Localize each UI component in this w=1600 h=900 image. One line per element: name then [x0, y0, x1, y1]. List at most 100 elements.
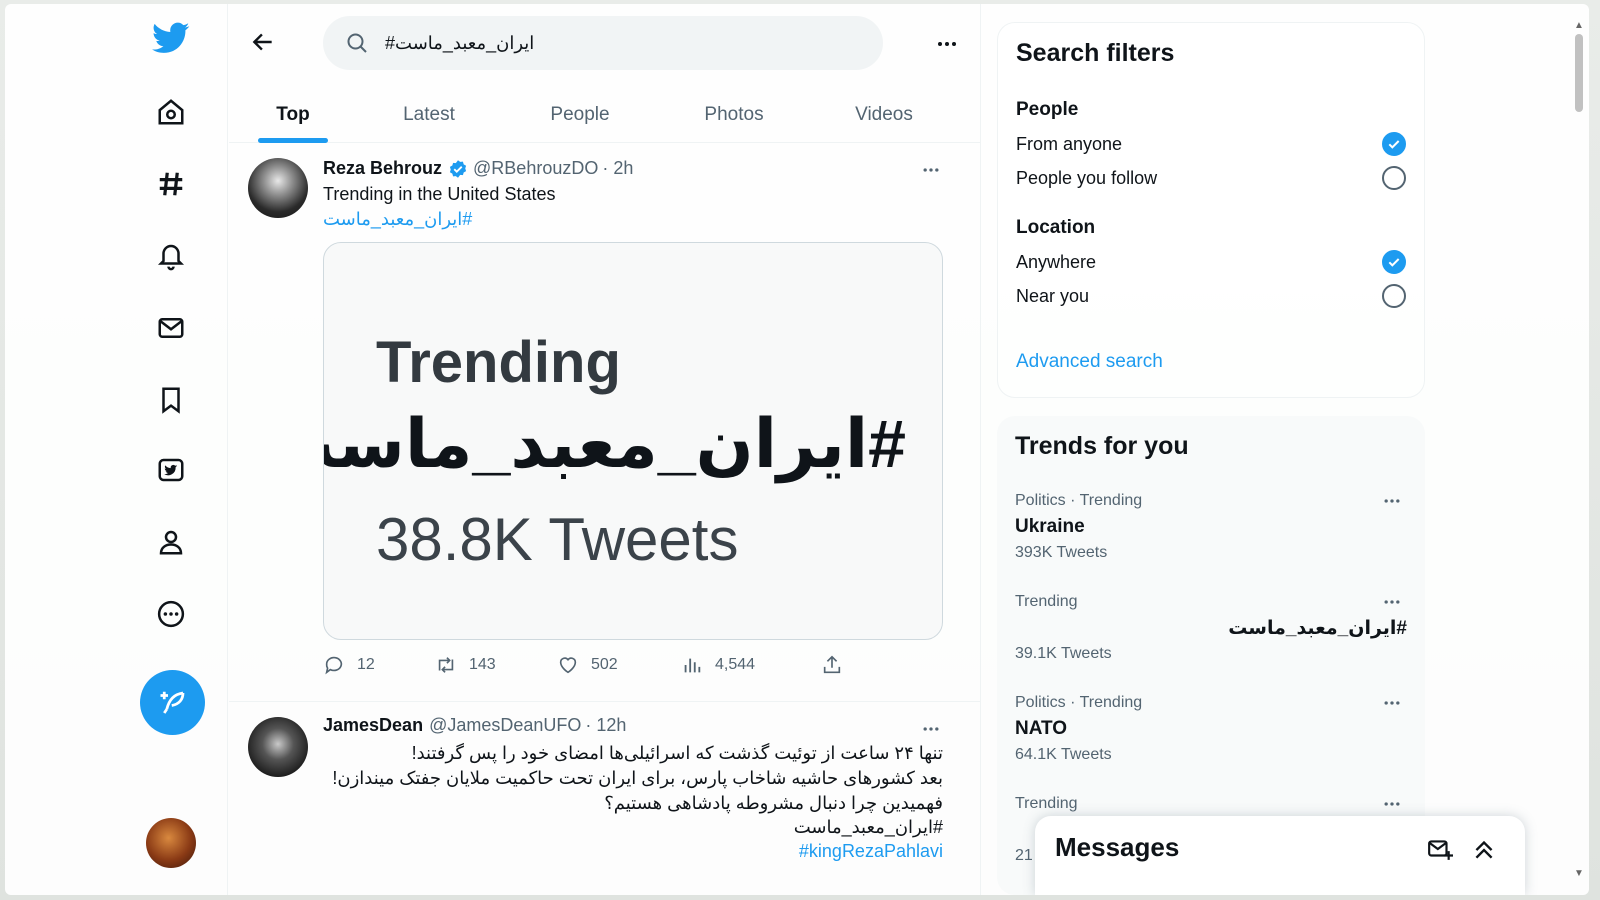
trend-count: 21: [1015, 847, 1033, 864]
tab-label: Latest: [403, 104, 455, 125]
option-label: People you follow: [1016, 167, 1158, 188]
trend-count: 393K Tweets: [1015, 544, 1108, 561]
trend-name: #ایران_معبد_ماست: [1228, 618, 1407, 639]
new-message-icon[interactable]: [1425, 834, 1455, 864]
more-circle-icon[interactable]: [143, 586, 199, 642]
filter-near-you[interactable]: Near you: [1016, 280, 1406, 312]
filter-anywhere[interactable]: Anywhere: [1016, 246, 1406, 278]
trend-item[interactable]: Politics · Trending NATO 64.1K Tweets: [1015, 694, 1407, 784]
back-arrow-icon: [252, 33, 272, 51]
profile-icon[interactable]: [143, 514, 199, 570]
scroll-up-icon[interactable]: ▲: [1573, 20, 1585, 32]
hashtag-link[interactable]: #kingRezaPahlavi: [323, 839, 943, 864]
card-title: Trending: [376, 330, 621, 395]
tab-top[interactable]: Top: [258, 87, 328, 143]
compose-button[interactable]: [140, 670, 205, 735]
browser-window: Top Latest People Photos Videos Reza Beh…: [5, 4, 1589, 895]
reply-button[interactable]: 12: [323, 654, 375, 676]
tab-label: Photos: [704, 104, 764, 125]
option-label: Anywhere: [1016, 251, 1097, 272]
trend-count: 39.1K Tweets: [1015, 645, 1112, 662]
filter-section-location: Location: [1016, 217, 1096, 238]
bookmark-icon[interactable]: [143, 372, 199, 428]
tweet-text-line: بعد کشورهای حاشیه شاخاب پارس، برای ایران…: [332, 768, 943, 788]
tweet-timestamp[interactable]: · 12h: [585, 715, 626, 736]
trend-more-icon[interactable]: [1377, 688, 1407, 718]
scroll-thumb[interactable]: [1575, 34, 1583, 112]
search-results-column: Top Latest People Photos Videos Reza Beh…: [229, 4, 981, 895]
tab-videos[interactable]: Videos: [839, 87, 929, 143]
back-button[interactable]: [243, 22, 283, 62]
author-name[interactable]: Reza Behrouz: [323, 158, 442, 179]
tweet-text-line: فهمیدین چرا دنبال مشروطه پادشاهی هستیم؟: [604, 793, 943, 813]
tweet-text: Trending in the United States: [323, 184, 556, 204]
tweet-timestamp[interactable]: · 2h: [602, 158, 633, 179]
retweet-button[interactable]: 143: [435, 654, 496, 676]
twitter-blue-icon[interactable]: [143, 442, 199, 498]
trend-item[interactable]: Trending #ایران_معبد_ماست 39.1K Tweets: [1015, 593, 1407, 683]
tab-latest[interactable]: Latest: [389, 87, 469, 143]
bell-icon[interactable]: [143, 228, 199, 284]
trend-count: 64.1K Tweets: [1015, 746, 1112, 763]
avatar[interactable]: [248, 158, 308, 218]
trend-meta: Politics · Trending: [1015, 492, 1143, 509]
radio-checked-icon[interactable]: [1382, 132, 1406, 156]
more-horizontal-icon[interactable]: [929, 26, 965, 62]
author-name[interactable]: JamesDean: [323, 715, 423, 736]
messages-title: Messages: [1055, 832, 1180, 862]
twitter-logo-icon[interactable]: [143, 10, 199, 66]
advanced-search-link[interactable]: Advanced search: [1016, 351, 1163, 373]
mail-icon[interactable]: [143, 300, 199, 356]
radio-checked-icon[interactable]: [1382, 250, 1406, 274]
tweet-more-icon[interactable]: [915, 154, 947, 186]
tab-label: Videos: [855, 104, 913, 125]
trend-more-icon[interactable]: [1377, 486, 1407, 516]
tab-label: Top: [276, 104, 310, 125]
page-scrollbar[interactable]: ▲ ▼: [1572, 20, 1586, 882]
share-icon: [823, 655, 841, 674]
views-button[interactable]: 4,544: [681, 654, 755, 676]
tweet-header: JamesDean @JamesDeanUFO · 12h: [323, 715, 626, 736]
like-button[interactable]: 502: [557, 654, 618, 676]
filter-people-you-follow[interactable]: People you follow: [1016, 162, 1406, 194]
radio-unchecked-icon[interactable]: [1382, 284, 1406, 308]
tweet-actions: 12 143 502 4,544: [323, 654, 863, 684]
messages-drawer[interactable]: Messages: [1035, 816, 1525, 895]
trend-image-card[interactable]: Trending #ایران_معبد_ماست 38.8K Tweets: [323, 242, 943, 640]
tab-people[interactable]: People: [535, 87, 625, 143]
trend-more-icon[interactable]: [1377, 789, 1407, 819]
tweet[interactable]: JamesDean @JamesDeanUFO · 12h تنها ۲۴ سا…: [229, 703, 981, 895]
trend-more-icon[interactable]: [1377, 587, 1407, 617]
hashtag-link[interactable]: #ایران_معبد_ماست: [323, 207, 472, 232]
filter-section-people: People: [1016, 99, 1079, 120]
filter-from-anyone[interactable]: From anyone: [1016, 128, 1406, 160]
share-button[interactable]: [821, 654, 855, 676]
view-count: 4,544: [715, 656, 756, 673]
trend-item[interactable]: Politics · Trending Ukraine 393K Tweets: [1015, 492, 1407, 582]
tab-photos[interactable]: Photos: [689, 87, 779, 143]
card-tweet-count: 38.8K Tweets: [376, 506, 739, 573]
author-handle[interactable]: @JamesDeanUFO: [429, 715, 581, 736]
search-input[interactable]: [385, 32, 825, 54]
panel-title: Search filters: [1016, 39, 1175, 67]
tweet[interactable]: Reza Behrouz @RBehrouzDO · 2h Trending i…: [229, 144, 981, 702]
compose-icon: [160, 691, 184, 714]
option-label: Near you: [1016, 285, 1090, 306]
home-icon[interactable]: [143, 84, 199, 140]
like-icon: [559, 657, 577, 674]
search-box[interactable]: [323, 16, 883, 70]
tab-label: People: [550, 104, 610, 125]
views-icon: [684, 658, 701, 673]
verified-badge-icon: [449, 159, 467, 178]
panel-title: Trends for you: [1015, 432, 1189, 460]
search-filters-panel: Search filters People From anyone People…: [997, 22, 1425, 398]
explore-hashtag-icon[interactable]: [143, 156, 199, 212]
reply-icon: [325, 656, 343, 675]
account-avatar[interactable]: [146, 818, 196, 868]
chevron-up-double-icon[interactable]: [1469, 834, 1499, 864]
scroll-down-icon[interactable]: ▼: [1573, 868, 1585, 880]
avatar[interactable]: [248, 717, 308, 777]
hashtag-link[interactable]: #ایران_معبد_ماست: [323, 815, 943, 840]
radio-unchecked-icon[interactable]: [1382, 166, 1406, 190]
author-handle[interactable]: @RBehrouzDO: [473, 158, 598, 179]
